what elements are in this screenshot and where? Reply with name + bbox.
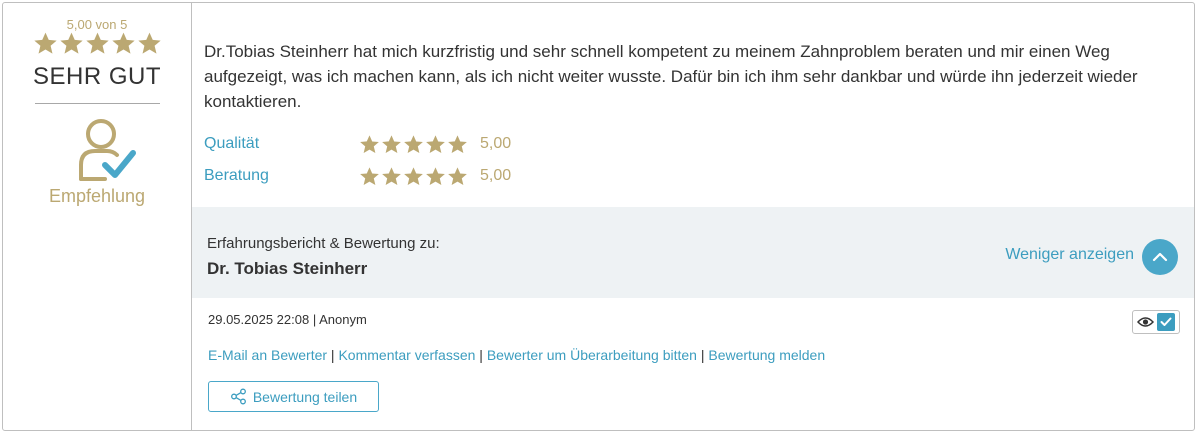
star-icon	[111, 32, 135, 54]
review-text: Dr.Tobias Steinherr hat mich kurzfristig…	[204, 42, 1138, 111]
share-review-button[interactable]: Bewertung teilen	[208, 381, 379, 412]
rating-summary: 5,00 von 5 SEHR GUT Empfehlung	[3, 3, 192, 430]
review-meta: 29.05.2025 22:08 | Anonym	[208, 312, 367, 327]
review-date: 29.05.2025 22:08	[208, 312, 310, 327]
criterion-value: 5,00	[480, 167, 512, 184]
star-icon	[404, 166, 423, 185]
verified-check-icon	[1157, 313, 1176, 331]
share-label: Bewertung teilen	[252, 388, 358, 405]
criterion-label: Qualität	[204, 135, 260, 152]
review-actions: E-Mail an Bewerter | Kommentar verfassen…	[208, 347, 825, 363]
doctor-name: Dr. Tobias Steinherr	[207, 259, 368, 278]
review-card: 5,00 von 5 SEHR GUT Empfehlung Dr.Tobias…	[2, 2, 1195, 431]
star-icon	[33, 32, 57, 54]
star-icon	[137, 32, 161, 54]
recommendation-user-check-icon	[79, 119, 136, 181]
star-icon	[448, 134, 467, 153]
review-subject-panel: Erfahrungsbericht & Bewertung zu: Dr. To…	[192, 207, 1194, 298]
eye-icon	[1136, 317, 1154, 327]
criterion-value: 5,00	[480, 135, 512, 152]
star-icon	[382, 134, 401, 153]
meta-separator: |	[309, 312, 320, 327]
verification-badge[interactable]	[1132, 310, 1180, 334]
criterion-row-quality: Qualität 5,00	[204, 131, 511, 157]
write-comment-link[interactable]: Kommentar verfassen	[338, 347, 475, 363]
collapse-button[interactable]	[1142, 239, 1178, 275]
star-icon	[426, 166, 445, 185]
star-icon	[404, 134, 423, 153]
chevron-up-icon	[1152, 252, 1168, 262]
star-icon	[382, 166, 401, 185]
criterion-stars	[359, 166, 468, 187]
share-icon	[230, 388, 246, 405]
link-separator: |	[696, 347, 709, 363]
show-less-link[interactable]: Weniger anzeigen	[1005, 246, 1134, 264]
verdict-label: SEHR GUT	[32, 63, 161, 90]
criterion-row-consultation: Beratung 5,00	[204, 163, 511, 189]
link-separator: |	[327, 347, 339, 363]
star-icon	[360, 166, 379, 185]
criterion-label: Beratung	[204, 167, 269, 184]
divider	[35, 103, 160, 104]
panel-subtitle: Erfahrungsbericht & Bewertung zu:	[207, 235, 440, 252]
star-icon	[85, 32, 109, 54]
criterion-stars	[359, 134, 468, 155]
star-icon	[360, 134, 379, 153]
email-reviewer-link[interactable]: E-Mail an Bewerter	[208, 347, 327, 363]
overall-stars	[3, 31, 191, 61]
star-icon	[448, 166, 467, 185]
review-content: Dr.Tobias Steinherr hat mich kurzfristig…	[192, 3, 1194, 430]
request-revision-link[interactable]: Bewerter um Überarbeitung bitten	[487, 347, 697, 363]
recommendation-label: Empfehlung	[48, 186, 146, 206]
review-author: Anonym	[319, 312, 367, 327]
star-icon	[426, 134, 445, 153]
star-icon	[59, 32, 83, 54]
overall-score: 5,00 von 5	[66, 17, 128, 32]
report-review-link[interactable]: Bewertung melden	[708, 347, 825, 363]
link-separator: |	[475, 347, 487, 363]
